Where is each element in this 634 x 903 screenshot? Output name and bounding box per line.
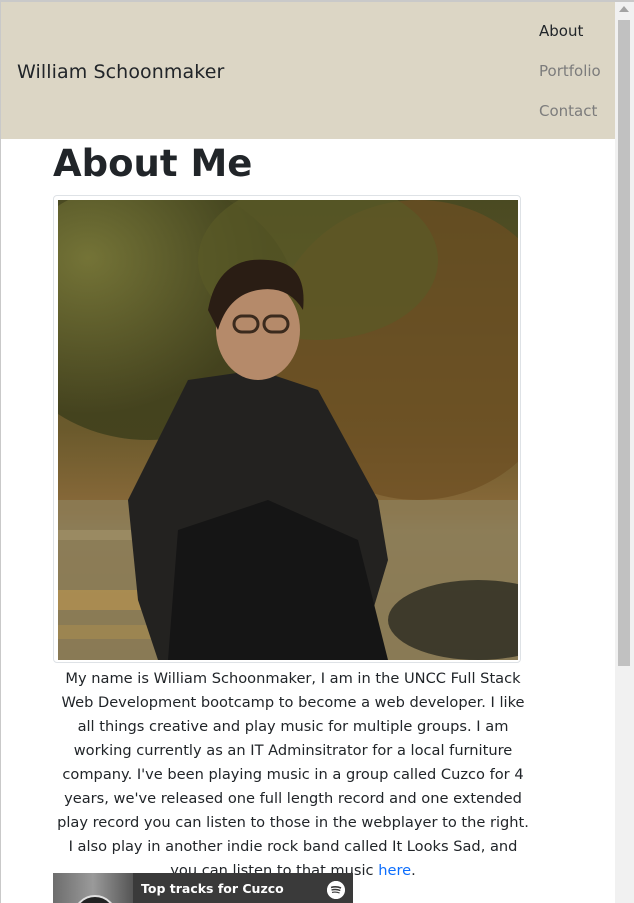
bio-paragraph: My name is William Schoonmaker, I am in … — [53, 667, 533, 883]
scroll-up-arrow-icon[interactable] — [619, 6, 629, 12]
spotify-album-art — [53, 873, 133, 903]
bio-link-here[interactable]: here — [378, 862, 411, 879]
navbar: William Schoonmaker About Portfolio Cont… — [1, 2, 615, 139]
nav-link-contact[interactable]: Contact — [539, 102, 597, 120]
bio-text: My name is William Schoonmaker, I am in … — [57, 670, 529, 879]
spotify-icon[interactable] — [327, 881, 345, 899]
navbar-brand[interactable]: William Schoonmaker — [17, 61, 224, 83]
profile-photo — [58, 200, 518, 660]
profile-photo-frame — [53, 195, 521, 663]
page-title: About Me — [53, 142, 253, 185]
bio-end: . — [411, 862, 416, 879]
scrollbar-thumb[interactable] — [618, 20, 630, 666]
spotify-title: Top tracks for Cuzco — [141, 881, 284, 896]
nav-link-portfolio[interactable]: Portfolio — [539, 62, 601, 80]
nav-link-about[interactable]: About — [539, 22, 583, 40]
album-disc-icon — [73, 895, 117, 903]
spotify-embed[interactable]: Top tracks for Cuzco — [53, 873, 353, 903]
vertical-scrollbar[interactable] — [615, 2, 634, 903]
